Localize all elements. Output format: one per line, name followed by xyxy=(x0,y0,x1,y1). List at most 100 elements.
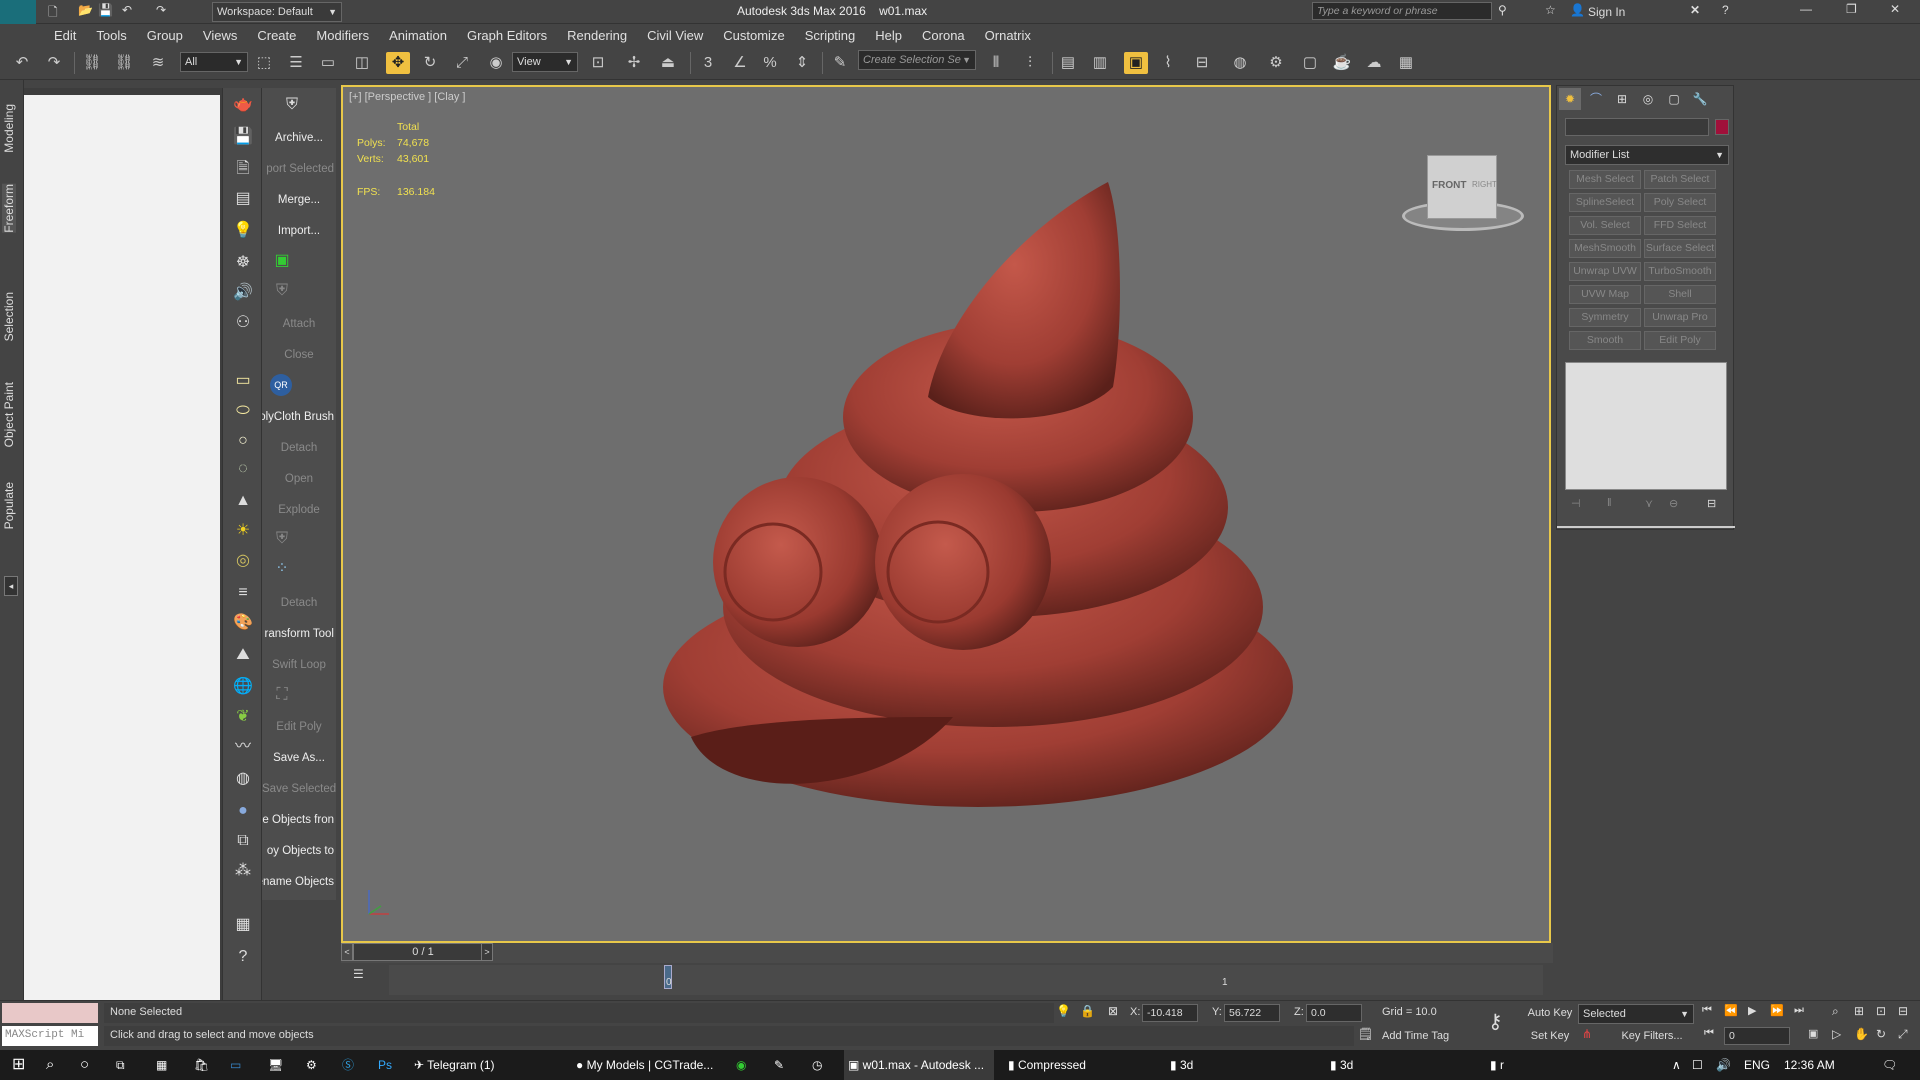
viewcube[interactable]: FRONT RIGHT xyxy=(1397,151,1527,231)
network-icon[interactable]: ☐ xyxy=(1692,1050,1703,1080)
modifier-button-edit-poly[interactable]: Edit Poly xyxy=(1644,331,1716,350)
modifier-button-patch-select[interactable]: Patch Select xyxy=(1644,170,1716,189)
render-setup-icon[interactable]: ⚙ xyxy=(1264,52,1288,74)
object-color-swatch[interactable] xyxy=(1715,119,1729,135)
mirror-icon[interactable]: ⫴ xyxy=(984,52,1008,74)
green-screen-icon[interactable]: ▣ xyxy=(270,250,294,272)
help-icon[interactable]: ? xyxy=(1722,3,1729,17)
swift-loop-button[interactable]: Swift Loop xyxy=(262,659,336,671)
photoshop-icon[interactable]: Ps xyxy=(378,1050,392,1080)
time-next-icon[interactable]: > xyxy=(481,943,493,961)
import-button[interactable]: Import... xyxy=(262,225,336,237)
menu-ornatrix[interactable]: Ornatrix xyxy=(975,24,1041,43)
dots-icon[interactable]: ⁘ xyxy=(270,558,294,580)
remove-modifier-icon[interactable]: ⊖ xyxy=(1669,497,1678,510)
modifier-stack[interactable] xyxy=(1565,362,1727,490)
binoculars-icon[interactable]: ⚲ xyxy=(1498,3,1507,17)
edit-poly-button[interactable]: Edit Poly xyxy=(262,721,336,733)
object-name-field[interactable] xyxy=(1565,118,1709,136)
perspective-viewport[interactable]: [+] [Perspective ] [Clay ] Total Polys: … xyxy=(341,85,1551,943)
star-icon[interactable]: ☆ xyxy=(1545,3,1556,17)
select-and-move-icon[interactable]: ✥ xyxy=(386,52,410,74)
previous-frame-icon[interactable]: ⏪ xyxy=(1724,1004,1738,1017)
pivot-center-icon[interactable]: ⊡ xyxy=(586,52,610,74)
angle-snap-icon[interactable]: ∠ xyxy=(728,52,752,74)
save-as-button[interactable]: Save As... xyxy=(262,752,336,764)
time-config-icon[interactable]: ▣ xyxy=(1808,1027,1818,1040)
maximize-viewport-icon[interactable]: ⤢ xyxy=(1898,1027,1908,1042)
time-slider-thumb[interactable]: 0 / 1 xyxy=(353,943,493,961)
speaker-icon[interactable]: 🔊 xyxy=(231,282,255,304)
select-and-rotate-icon[interactable]: ↻ xyxy=(418,52,442,74)
cone-primitive-icon[interactable]: ▲ xyxy=(231,490,255,512)
hierarchy-tab-icon[interactable]: ⊞ xyxy=(1611,88,1633,110)
spinner-snap-icon[interactable]: ⇕ xyxy=(790,52,814,74)
search-input[interactable]: Type a keyword or phrase xyxy=(1312,2,1492,20)
menu-help[interactable]: Help xyxy=(865,24,912,43)
render-production-icon[interactable]: ☕ xyxy=(1330,52,1354,74)
spheres-icon[interactable]: ⚇ xyxy=(231,312,255,334)
field-of-view-icon[interactable]: ▷ xyxy=(1832,1027,1841,1041)
zoom-icon[interactable]: ⌕ xyxy=(1832,1004,1839,1019)
task-view-icon[interactable]: ⧉ xyxy=(116,1050,125,1080)
select-object-icon[interactable]: ⬚ xyxy=(252,52,276,74)
tab-modeling[interactable]: Modeling xyxy=(2,104,16,153)
scene-explorer-icon[interactable]: ▤ xyxy=(1056,52,1080,74)
menu-animation[interactable]: Animation xyxy=(379,24,457,43)
workspace-dropdown[interactable]: Workspace: Default ▼ xyxy=(212,2,342,22)
tab-populate[interactable]: Populate xyxy=(2,482,16,529)
auto-key-button[interactable]: Auto Key xyxy=(1524,1003,1576,1023)
cortana-icon[interactable]: ○ xyxy=(80,1050,89,1080)
table-icon[interactable]: ▤ xyxy=(231,188,255,210)
link-icon[interactable]: ⛓ xyxy=(80,52,104,74)
modifier-button-splineselect[interactable]: SplineSelect xyxy=(1569,193,1641,212)
curve-editor-icon[interactable]: ⌇ xyxy=(1156,52,1180,74)
taskbar-3dsmax[interactable]: ▣ w01.max - Autodesk ... xyxy=(844,1050,994,1080)
edit-named-selection-icon[interactable]: ✎ xyxy=(828,52,852,74)
display-tab-icon[interactable]: ▢ xyxy=(1663,88,1685,110)
ribbon-collapse-icon[interactable]: ◂ xyxy=(4,576,18,596)
volume-icon[interactable]: 🔊 xyxy=(1716,1050,1731,1080)
z-coordinate-field[interactable]: 0.0 xyxy=(1306,1004,1362,1022)
transform-tool-button[interactable]: ransform Tool xyxy=(262,628,336,640)
modifier-list-dropdown[interactable]: Modifier List ▼ xyxy=(1565,145,1729,165)
globe-icon[interactable]: 🌐 xyxy=(231,676,255,698)
store-icon[interactable]: 🛍 xyxy=(194,1050,209,1080)
detach-button[interactable]: Detach xyxy=(262,442,336,454)
clock-icon[interactable]: ◷ xyxy=(812,1050,822,1080)
hair-icon[interactable]: 〰 xyxy=(231,736,255,758)
play-icon[interactable]: ▶ xyxy=(1748,1004,1756,1017)
x-coordinate-field[interactable]: -10.418 xyxy=(1142,1004,1198,1022)
current-frame-field[interactable]: 0 xyxy=(1724,1027,1790,1045)
menu-create[interactable]: Create xyxy=(247,24,306,43)
folder-icon[interactable]: ▭ xyxy=(230,1050,241,1080)
zoom-all-icon[interactable]: ⊞ xyxy=(1854,1004,1864,1018)
qr-icon[interactable]: QR xyxy=(270,374,292,396)
rendered-frame-window-icon[interactable]: ▢ xyxy=(1298,52,1322,74)
new-file-icon[interactable]: 🗋 xyxy=(48,3,58,24)
selection-filter-dropdown[interactable]: All ▼ xyxy=(180,52,248,72)
poop-emoji-model[interactable] xyxy=(643,167,1303,807)
objects-icon[interactable]: ⧉ xyxy=(231,830,255,852)
mini-curve-editor-icon[interactable]: ☰ xyxy=(353,967,364,981)
sign-in-link[interactable]: Sign In xyxy=(1588,5,1625,19)
notifications-icon[interactable]: 🗨 xyxy=(1882,1050,1897,1080)
save-selected-button[interactable]: Save Selected xyxy=(262,783,336,795)
go-to-end-icon[interactable]: ⏭ xyxy=(1794,1004,1804,1017)
open-button[interactable]: Open xyxy=(262,473,336,485)
undo-icon[interactable]: ↶ xyxy=(10,52,34,74)
document-icon[interactable]: 🗎 xyxy=(231,158,255,180)
time-tag-icon[interactable]: 🗒 xyxy=(1358,1027,1373,1041)
tab-object-paint[interactable]: Object Paint xyxy=(2,382,16,447)
menu-graph-editors[interactable]: Graph Editors xyxy=(457,24,557,43)
monitor-icon[interactable]: 🖥 xyxy=(268,1050,283,1080)
attach-button[interactable]: Attach xyxy=(262,318,336,330)
unlink-icon[interactable]: ⛓ xyxy=(112,52,136,74)
undo-icon[interactable]: ↶ xyxy=(122,3,132,17)
clock[interactable]: 12:36 AM xyxy=(1784,1050,1835,1080)
tab-selection[interactable]: Selection xyxy=(2,292,16,341)
isolate-selection-icon[interactable]: 💡 xyxy=(1056,1004,1071,1018)
sun-icon[interactable]: ☀ xyxy=(231,520,255,542)
modifier-button-uvw-map[interactable]: UVW Map xyxy=(1569,285,1641,304)
cylinder-primitive-icon[interactable]: ⬭ xyxy=(231,400,255,422)
